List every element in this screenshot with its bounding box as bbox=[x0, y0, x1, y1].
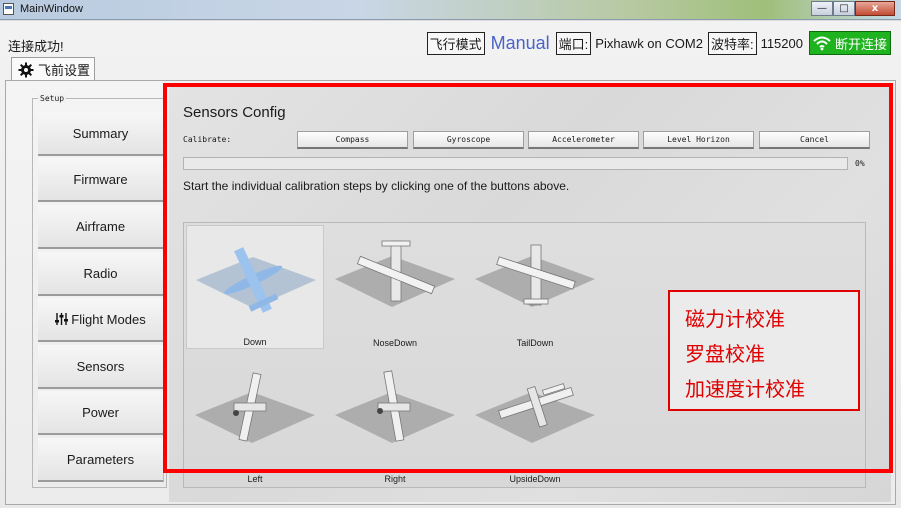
tab-preflight-setup[interactable]: 飞前设置 bbox=[11, 57, 95, 81]
tab-label: 飞前设置 bbox=[38, 63, 91, 78]
status-bar: 飞行模式 Manual 端口: Pixhawk on COM2 波特率: 115… bbox=[425, 30, 891, 56]
orientation-label: Left bbox=[247, 474, 263, 484]
annotation-line: 磁力计校准 bbox=[685, 307, 785, 331]
sidebar-item-firmware[interactable]: Firmware bbox=[38, 158, 164, 202]
sidebar-item-label: Parameters bbox=[66, 451, 135, 467]
disconnect-button[interactable]: 断开连接 bbox=[808, 31, 891, 55]
sidebar-item-flight-modes[interactable]: Flight Modes bbox=[38, 298, 164, 342]
sidebar-item-airframe[interactable]: Airframe bbox=[38, 205, 164, 249]
flight-mode-value: Manual bbox=[490, 32, 550, 53]
annotation-note: 磁力计校准 罗盘校准 加速度计校准 bbox=[668, 290, 860, 411]
wifi-icon bbox=[813, 36, 831, 51]
port-label: 端口: bbox=[555, 31, 592, 55]
baud-label: 波特率: bbox=[707, 31, 757, 55]
gear-icon bbox=[18, 62, 34, 77]
orientation-label: Right bbox=[384, 474, 406, 484]
sidebar-item-label: Power bbox=[82, 404, 119, 420]
connection-status: 连接成功! bbox=[8, 39, 64, 54]
minimize-button[interactable]: — bbox=[811, 1, 833, 16]
close-button[interactable]: x bbox=[855, 1, 895, 16]
sidebar-item-summary[interactable]: Summary bbox=[38, 112, 164, 156]
setup-sidebar: Setup Summary Firmware Airframe Radio Fl… bbox=[32, 94, 167, 488]
sidebar-item-label: Sensors bbox=[76, 358, 125, 374]
sidebar-item-label: Radio bbox=[83, 265, 118, 281]
orientation-label: UpsideDown bbox=[509, 474, 561, 484]
sidebar-item-sensors[interactable]: Sensors bbox=[38, 345, 164, 389]
sidebar-item-radio[interactable]: Radio bbox=[38, 252, 164, 296]
setup-title: Setup bbox=[38, 94, 67, 103]
flight-mode-label: 飞行模式 bbox=[426, 31, 485, 55]
app-icon bbox=[3, 3, 14, 15]
annotation-line: 罗盘校准 bbox=[685, 342, 765, 366]
sidebar-item-parameters[interactable]: Parameters bbox=[38, 438, 164, 482]
annotation-line: 加速度计校准 bbox=[685, 377, 805, 401]
sidebar-item-label: Flight Modes bbox=[71, 311, 146, 327]
highlight-frame bbox=[163, 83, 893, 473]
baud-value: 115200 bbox=[760, 35, 803, 51]
title-bar: MainWindow — □ x bbox=[0, 0, 901, 20]
port-value: Pixhawk on COM2 bbox=[595, 35, 703, 51]
disconnect-label: 断开连接 bbox=[834, 36, 887, 52]
sidebar-item-label: Summary bbox=[72, 125, 129, 141]
maximize-button[interactable]: □ bbox=[833, 1, 855, 16]
sidebar-item-label: Airframe bbox=[75, 218, 126, 234]
sliders-icon bbox=[55, 313, 69, 325]
window-controls: — □ x bbox=[811, 1, 895, 16]
window-title: MainWindow bbox=[20, 3, 83, 15]
sidebar-item-power[interactable]: Power bbox=[38, 391, 164, 435]
sidebar-item-label: Firmware bbox=[73, 171, 128, 187]
